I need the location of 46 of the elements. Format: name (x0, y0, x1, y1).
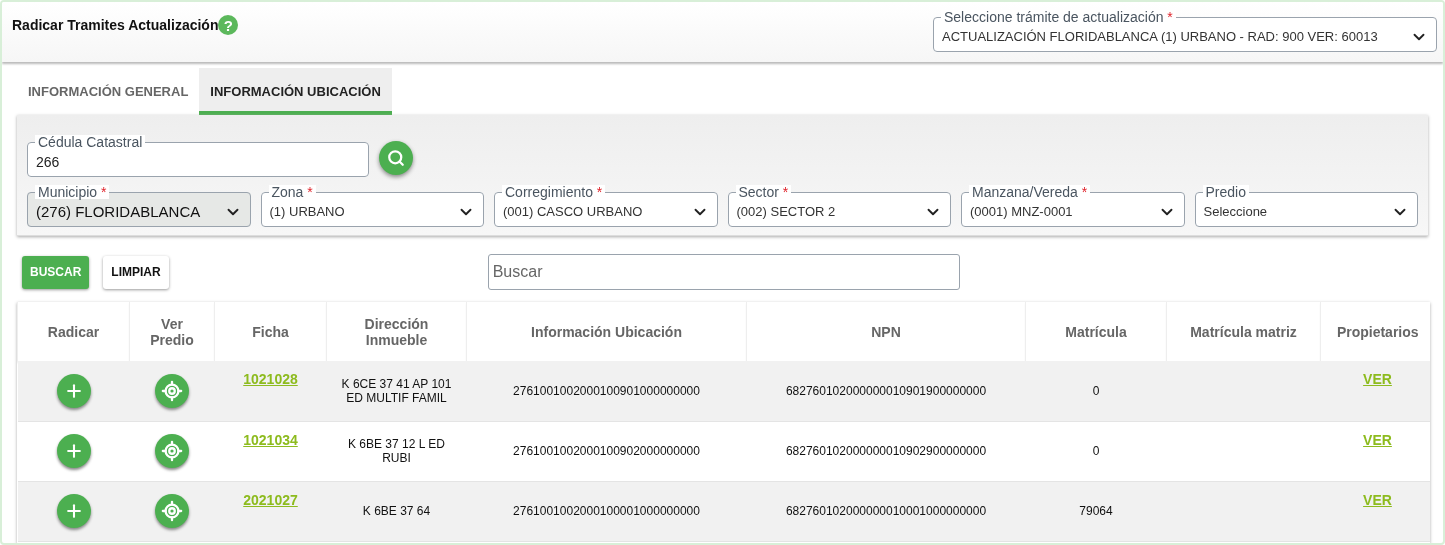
add-button[interactable] (56, 434, 91, 468)
crosshair-icon (161, 440, 183, 462)
address-text: K 6CE 37 41 AP 101 ED MULTIF FAMIL (341, 376, 452, 405)
field-label: Cédula Catastral (38, 134, 143, 150)
select-field[interactable]: Sector * (002) SECTOR 2 (727, 185, 951, 227)
column-header: NPN (746, 302, 1026, 361)
locate-button[interactable] (155, 373, 189, 408)
column-header: Dirección Inmueble (326, 302, 467, 361)
location-code: 2761001002000100901000000000 (513, 383, 700, 398)
column-header: Matrícula (1025, 302, 1167, 361)
location-code: 2761001002000100001000000000 (513, 504, 700, 518)
search-icon (387, 149, 405, 167)
column-header: Ver Predio (129, 302, 215, 361)
location-code: 2761001002000100902000000000 (513, 444, 700, 458)
select-field[interactable]: Corregimiento * (001) CASCO URBANO (494, 185, 718, 227)
select-field[interactable]: Manzana/Vereda * (0001) MNZ-0001 (961, 185, 1185, 227)
tab[interactable]: INFORMACIÓN GENERAL (17, 68, 200, 115)
tramite-select[interactable]: Seleccione trámite de actualización * ACTUALIZACIÓN FLORIDABLANCA (1) URBANO - RAD: 900 VER: 60013 (933, 10, 1437, 52)
crosshair-icon (161, 379, 183, 402)
locate-button[interactable] (155, 434, 189, 468)
address-text: K 6BE 37 64 (362, 504, 431, 518)
column-header: Matrícula matriz (1166, 302, 1321, 361)
npn-code: 682760102000000010001000000000 (785, 504, 987, 518)
matricula-text: 79064 (1079, 504, 1113, 518)
add-button[interactable] (56, 494, 91, 528)
matricula-text: 0 (1092, 444, 1100, 458)
column-header: Información Ubicación (466, 302, 747, 361)
npn-code: 682760102000000010902900000000 (785, 444, 987, 458)
address-text: K 6BE 37 12 L ED RUBI (348, 437, 445, 465)
column-header: Radicar (17, 302, 130, 361)
select-field[interactable]: Predio Seleccione (1194, 185, 1418, 227)
locate-button[interactable] (155, 494, 189, 528)
search-field[interactable]: Buscar (487, 254, 960, 290)
crosshair-icon (161, 500, 183, 522)
page-title: Radicar Tramites Actualización (12, 17, 219, 33)
npn-code: 682760102000000010901900000000 (785, 383, 987, 398)
column-header: Ficha (214, 302, 327, 361)
matricula-text: 0 (1092, 383, 1100, 398)
limpiar-button[interactable]: LIMPIAR (103, 255, 169, 289)
column-header: Propietarios (1320, 302, 1430, 361)
select-field[interactable]: Zona * (1) URBANO (260, 185, 484, 227)
search-button[interactable] (379, 141, 413, 175)
cedula-input[interactable]: 266 (36, 153, 360, 170)
add-button[interactable] (56, 373, 91, 408)
cedula-field[interactable]: Cédula Catastral 266 (27, 135, 369, 177)
tab[interactable]: INFORMACIÓN UBICACIÓN (199, 68, 392, 115)
